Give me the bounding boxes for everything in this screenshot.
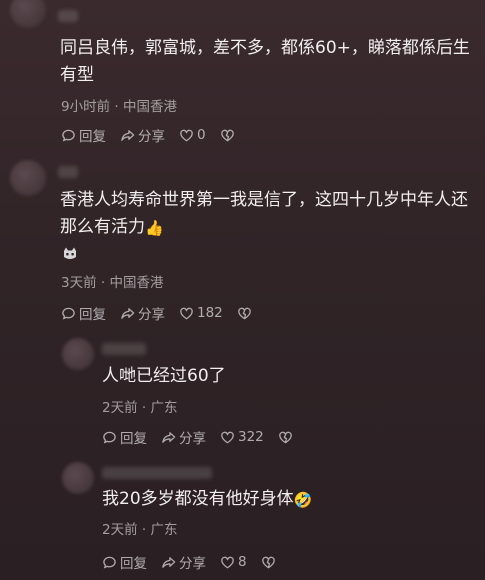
share-arrow-icon xyxy=(121,307,135,319)
reply-actions: 回复 分享 322 xyxy=(102,427,310,447)
share-button[interactable]: 分享 xyxy=(120,125,165,145)
reply-text: 我20多岁都没有他好身体🤣 xyxy=(102,486,312,514)
reply-meta: 2天前 · 广东 xyxy=(102,522,178,538)
heart-icon xyxy=(180,307,193,319)
comment-meta: 3天前 · 中国香港 xyxy=(61,275,164,291)
share-button[interactable]: 分享 xyxy=(161,427,206,447)
like-button[interactable]: 8 xyxy=(220,554,247,570)
dislike-button[interactable] xyxy=(278,430,296,445)
share-button[interactable]: 分享 xyxy=(161,552,206,572)
avatar[interactable] xyxy=(10,0,46,28)
dislike-button[interactable] xyxy=(220,128,238,143)
broken-heart-icon xyxy=(237,307,251,319)
comment-text: 香港人均寿命世界第一我是信了，这四十几岁中年人还 那么有活力👍 xyxy=(60,187,468,242)
like-count: 8 xyxy=(238,554,247,570)
comment-text: 同吕良伟，郭富城，差不多，都係60+，睇落都係后生 有型 xyxy=(60,38,470,85)
reply-button[interactable]: 回复 xyxy=(102,427,147,447)
share-arrow-icon xyxy=(162,431,176,443)
like-count: 322 xyxy=(238,429,264,445)
share-button[interactable]: 分享 xyxy=(120,303,165,323)
comment-bubble-icon xyxy=(62,307,75,320)
avatar[interactable] xyxy=(62,338,94,370)
comment-actions: 回复 分享 0 xyxy=(61,125,252,145)
share-arrow-icon xyxy=(121,129,135,141)
heart-icon xyxy=(221,556,234,568)
like-count: 182 xyxy=(197,305,223,321)
avatar[interactable] xyxy=(10,160,46,196)
thumbs-up-emoji: 👍 xyxy=(145,219,164,237)
comment-meta: 9小时前 · 中国香港 xyxy=(61,99,177,115)
reply-button[interactable]: 回复 xyxy=(61,125,106,145)
reply-text: 人哋已经过60了 xyxy=(102,366,226,386)
username[interactable] xyxy=(58,166,78,178)
comment-bubble-icon xyxy=(62,129,75,142)
like-button[interactable]: 322 xyxy=(220,429,264,445)
heart-icon xyxy=(180,129,193,141)
dislike-button[interactable] xyxy=(237,306,255,321)
heart-icon xyxy=(221,431,234,443)
comment-bubble-icon xyxy=(103,556,116,569)
username[interactable] xyxy=(102,467,212,479)
rofl-emoji: 🤣 xyxy=(293,491,313,509)
dislike-button[interactable] xyxy=(261,555,279,570)
comment-actions: 回复 分享 182 xyxy=(61,303,269,323)
reply-button[interactable]: 回复 xyxy=(102,552,147,572)
broken-heart-icon xyxy=(278,431,292,443)
like-button[interactable]: 182 xyxy=(179,305,223,321)
avatar[interactable] xyxy=(62,462,94,494)
like-button[interactable]: 0 xyxy=(179,127,206,143)
username[interactable] xyxy=(58,10,78,22)
reply-actions: 回复 分享 8 xyxy=(102,552,293,572)
broken-heart-icon xyxy=(261,556,275,568)
reply-meta: 2天前 · 广东 xyxy=(102,400,178,416)
comment-bubble-icon xyxy=(103,431,116,444)
share-arrow-icon xyxy=(162,556,176,568)
cat-sticker-icon xyxy=(64,247,76,259)
like-count: 0 xyxy=(197,127,206,143)
broken-heart-icon xyxy=(220,129,234,141)
username[interactable] xyxy=(102,343,146,355)
reply-button[interactable]: 回复 xyxy=(61,303,106,323)
